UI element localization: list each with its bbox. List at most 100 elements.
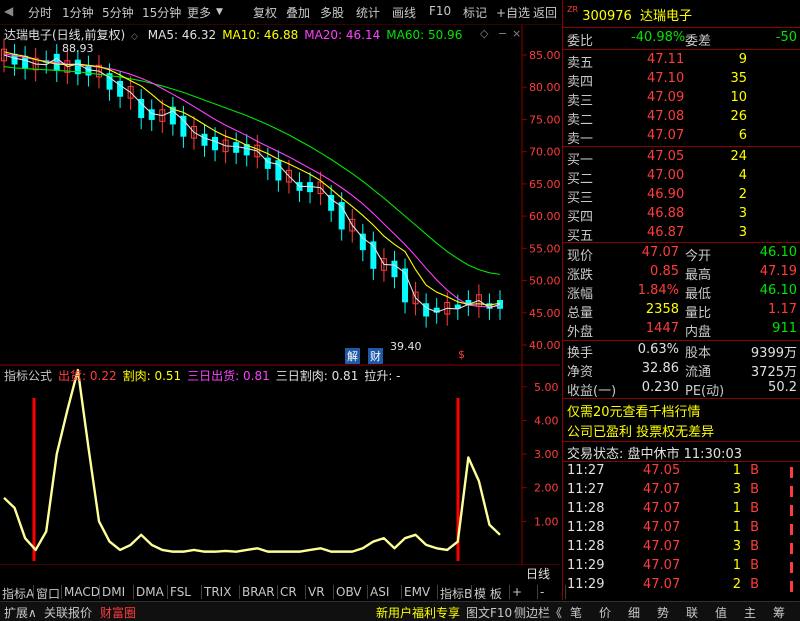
company-notice: 公司已盈利 投票权无差异: [567, 425, 715, 440]
back-button[interactable]: 返回: [533, 4, 557, 21]
indicator-tab[interactable]: 模 板: [474, 585, 502, 602]
tab-separator: [61, 585, 62, 599]
candle-body: [391, 260, 398, 278]
multi-stock-button[interactable]: 多股: [320, 4, 344, 21]
stat-label: 今开: [685, 249, 712, 264]
ma-legend-item: MA20: 46.14: [304, 28, 381, 42]
tab-1min[interactable]: 1分钟: [62, 4, 94, 21]
status-link[interactable]: 侧边栏《: [514, 604, 562, 621]
fundamental-value: 3725万: [750, 365, 797, 380]
side-tab[interactable]: 联: [686, 604, 698, 621]
tick-row: 11:28 47.07 3 B: [567, 539, 797, 558]
level-volume: 2: [738, 187, 747, 202]
price-tick-label: 65.00: [529, 178, 560, 191]
unlock-marker[interactable]: 解: [345, 348, 360, 364]
draw-line-button[interactable]: 画线: [392, 4, 416, 21]
left-arrow-icon[interactable]: ◀: [4, 4, 13, 18]
indicator-tab[interactable]: DMA: [136, 585, 164, 599]
fundamental-value: 9399万: [750, 346, 797, 361]
level-volume: 4: [738, 168, 747, 183]
indicator-tab[interactable]: MACD: [64, 585, 100, 599]
tab-more[interactable]: 更多: [187, 4, 211, 21]
tab-separator: [167, 585, 168, 599]
minus-icon[interactable]: −: [498, 27, 507, 40]
indicator-tab[interactable]: OBV: [336, 585, 362, 599]
indicator-tab[interactable]: TRIX: [204, 585, 231, 599]
sell-level-row[interactable]: 卖四 47.10 35: [567, 71, 797, 90]
dividend-marker[interactable]: $: [458, 348, 465, 361]
period-label[interactable]: 日线: [526, 565, 550, 582]
side-tab[interactable]: 价: [599, 604, 611, 621]
fundamental-value: 50.2: [768, 380, 797, 395]
price-tick-label: 75.00: [529, 113, 560, 126]
overlay-button[interactable]: 叠加: [286, 4, 310, 21]
sell-level-row[interactable]: 卖五 47.11 9: [567, 52, 797, 71]
indicator-tab[interactable]: 指标B: [440, 585, 472, 602]
indicator-tab[interactable]: ASI: [370, 585, 389, 599]
indicator-tab[interactable]: -: [540, 585, 544, 599]
mark-button[interactable]: 标记: [463, 4, 487, 21]
stats-button[interactable]: 统计: [356, 4, 380, 21]
tick-row: 11:29 47.07 1 B: [567, 558, 797, 577]
add-watchlist-button[interactable]: +自选: [496, 4, 530, 21]
tab-15min[interactable]: 15分钟: [142, 4, 181, 21]
side-tab[interactable]: 主: [744, 604, 756, 621]
settings-icon[interactable]: ◇: [480, 27, 488, 40]
f10-button[interactable]: F10: [429, 4, 451, 18]
level-label: 卖三: [567, 94, 594, 109]
indicator-tab[interactable]: 指标A: [2, 585, 34, 602]
side-tab[interactable]: 细: [628, 604, 640, 621]
side-tab[interactable]: 势: [657, 604, 669, 621]
indicator-tick-label: 3.00: [534, 448, 559, 461]
status-tab[interactable]: 财富圈: [100, 604, 136, 621]
status-link[interactable]: 新用户福利专享: [376, 604, 460, 621]
tab-fenshi[interactable]: 分时: [28, 4, 52, 21]
level-price: 47.07: [647, 128, 685, 143]
finance-marker[interactable]: 财: [368, 348, 383, 364]
fundamental-label: 股本: [685, 346, 712, 361]
indicator-tab[interactable]: +: [512, 585, 522, 599]
promo-link[interactable]: 仅需20元查看千档行情: [567, 401, 701, 420]
indicator-tab[interactable]: VR: [308, 585, 325, 599]
sell-level-row[interactable]: 卖二 47.08 26: [567, 109, 797, 128]
indicator-tick-label: 1.00: [534, 515, 559, 528]
close-icon[interactable]: ×: [512, 27, 521, 40]
tick-bs: B: [750, 520, 759, 535]
chevron-down-icon[interactable]: ◇: [131, 32, 138, 42]
buy-level-row[interactable]: 买一 47.05 24: [567, 149, 797, 168]
level-price: 47.00: [647, 168, 685, 183]
buy-level-row[interactable]: 买三 46.90 2: [567, 187, 797, 206]
tab-separator: [333, 585, 334, 599]
tick-time: 11:29: [567, 577, 605, 592]
indicator-tab[interactable]: FSL: [170, 585, 191, 599]
sell-level-row[interactable]: 卖一 47.07 6: [567, 128, 797, 147]
side-tab[interactable]: 筹: [773, 604, 785, 621]
indicator-tab[interactable]: CR: [280, 585, 297, 599]
status-tab[interactable]: 扩展∧: [4, 604, 37, 621]
tab-5min[interactable]: 5分钟: [102, 4, 134, 21]
fuquan-button[interactable]: 复权: [253, 4, 277, 21]
kline-chart-area[interactable]: 85.00 80.00 75.00 70.00 65.00 60.00 55.00 50.00…: [0, 25, 561, 581]
side-tab[interactable]: 值: [715, 604, 727, 621]
status-link[interactable]: 图文F10: [466, 604, 512, 621]
ma-legend-item: MA10: 46.88: [222, 28, 299, 42]
buy-level-row[interactable]: 买四 46.88 3: [567, 206, 797, 225]
price-tick-label: 50.00: [529, 275, 560, 288]
status-tab[interactable]: 关联报价: [44, 604, 92, 621]
buy-level-row[interactable]: 买二 47.00 4: [567, 168, 797, 187]
price-tick-label: 70.00: [529, 146, 560, 159]
stat-row: 涨跌 0.85 最高 47.19: [567, 264, 797, 283]
level-label: 卖五: [567, 56, 594, 71]
tick-price: 47.07: [643, 577, 681, 592]
tick-row: 11:28 47.07 1 B: [567, 501, 797, 520]
level-volume: 3: [738, 206, 747, 221]
sell-level-row[interactable]: 卖三 47.09 10: [567, 90, 797, 109]
level-volume: 9: [738, 52, 747, 67]
indicator-tab[interactable]: EMV: [404, 585, 430, 599]
indicator-formula-label[interactable]: 指标公式: [4, 369, 52, 383]
chevron-down-icon[interactable]: ▼: [216, 7, 223, 17]
indicator-tab[interactable]: 窗口: [36, 585, 60, 602]
indicator-tab[interactable]: BRAR: [242, 585, 275, 599]
indicator-tab[interactable]: DMI: [102, 585, 125, 599]
side-tab[interactable]: 笔: [570, 604, 582, 621]
